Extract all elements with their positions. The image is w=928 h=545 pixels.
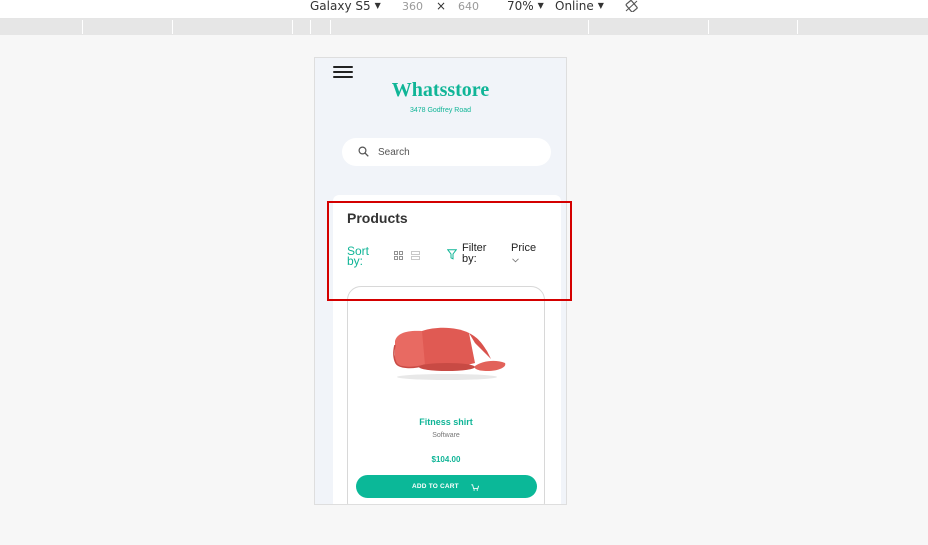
ruler-divider: [588, 20, 589, 34]
product-image[interactable]: [387, 323, 512, 383]
device-select-label: Galaxy S5: [310, 0, 371, 13]
ruler-divider: [292, 20, 293, 34]
search-bar[interactable]: [342, 138, 551, 166]
ruler-divider: [82, 20, 83, 34]
add-to-cart-label: ADD TO CART: [412, 483, 459, 490]
device-select[interactable]: Galaxy S5 ▼: [310, 0, 381, 13]
hamburger-menu-icon[interactable]: [333, 66, 353, 80]
search-input[interactable]: [378, 144, 528, 160]
rotate-icon[interactable]: [625, 0, 639, 12]
product-category: Software: [432, 432, 460, 439]
highlight-box: [327, 201, 572, 301]
ruler-divider: [708, 20, 709, 34]
media-query-ruler[interactable]: [0, 19, 928, 35]
ruler-divider: [330, 20, 331, 34]
dimension-separator: ×: [436, 0, 447, 13]
add-to-cart-button[interactable]: ADD TO CART: [356, 475, 537, 498]
network-select-label: Online: [555, 0, 594, 13]
caret-down-icon: ▼: [597, 1, 604, 10]
viewport-height-input[interactable]: 640: [458, 0, 479, 13]
ruler-divider: [172, 20, 173, 34]
ruler-divider: [797, 20, 798, 34]
caret-down-icon: ▼: [537, 1, 544, 10]
caret-down-icon: ▼: [374, 1, 381, 10]
network-throttle-select[interactable]: Online ▼: [555, 0, 604, 13]
store-address: 3478 Godfrey Road: [409, 107, 472, 114]
viewport-width-input[interactable]: 360: [402, 0, 423, 13]
product-price: $104.00: [431, 455, 461, 464]
ruler-divider: [310, 20, 311, 34]
product-card[interactable]: Fitness shirt Software $104.00 ADD TO CA…: [347, 286, 545, 504]
search-icon: [358, 146, 369, 157]
zoom-select-label: 70%: [507, 0, 534, 13]
cart-icon: [471, 484, 479, 491]
product-name[interactable]: Fitness shirt: [348, 417, 544, 427]
devtools-device-toolbar: Galaxy S5 ▼ 360 × 640 70% ▼ Online ▼: [0, 0, 928, 19]
store-name[interactable]: Whatsstore: [315, 79, 566, 102]
zoom-select[interactable]: 70% ▼: [507, 0, 544, 13]
